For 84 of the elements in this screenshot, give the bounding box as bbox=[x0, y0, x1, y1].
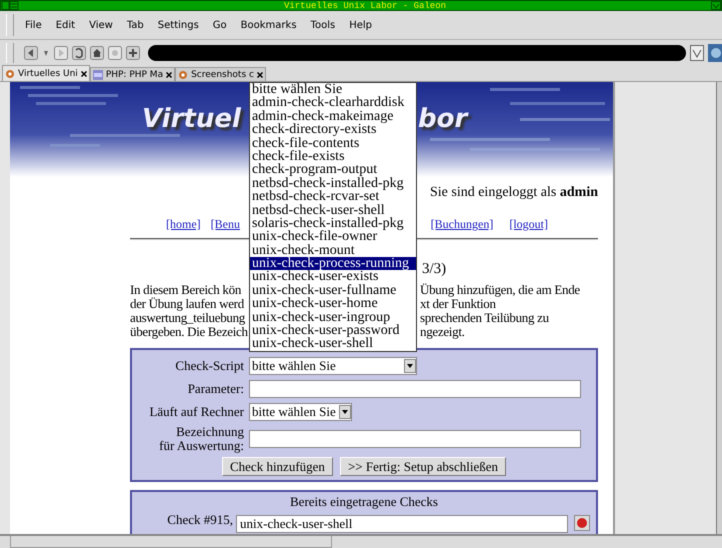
nav-link[interactable]: [Buchungen] bbox=[430, 216, 494, 232]
back-icon[interactable] bbox=[24, 46, 38, 60]
paragraph-text: auswertung_teiluebung bbox=[130, 311, 246, 325]
nav-link[interactable]: [Benu bbox=[210, 216, 240, 232]
delete-icon[interactable] bbox=[574, 515, 590, 531]
browser-tab[interactable]: Screenshots c bbox=[175, 67, 266, 81]
paragraph-text: Übung hinzufügen, die am Ende bbox=[420, 283, 580, 297]
home-icon[interactable] bbox=[90, 46, 104, 60]
banner-title: bor bbox=[418, 104, 468, 134]
throbber-icon bbox=[708, 44, 722, 62]
gear-icon bbox=[5, 68, 15, 78]
dropdown-option[interactable]: netbsd-check-installed-pkg bbox=[250, 176, 416, 190]
window-menu-icon[interactable] bbox=[1, 1, 19, 10]
dropdown-option[interactable]: check-file-contents bbox=[250, 136, 416, 150]
page-heading: 3/3) bbox=[422, 260, 448, 278]
tab-label: Screenshots c bbox=[191, 70, 254, 80]
dropdown-option[interactable]: admin-check-makeimage bbox=[250, 110, 416, 124]
dropdown-option[interactable]: check-directory-exists bbox=[250, 123, 416, 137]
dropdown-list[interactable] bbox=[249, 82, 417, 352]
close-icon[interactable] bbox=[166, 72, 172, 78]
dropdown-option[interactable]: unix-check-user-exists bbox=[250, 270, 416, 284]
dropdown-option[interactable]: solaris-check-installed-pkg bbox=[250, 216, 416, 230]
toolbar-handle[interactable] bbox=[6, 42, 14, 62]
login-status: Sie sind eingeloggt als admin bbox=[430, 185, 598, 201]
zoom-icon[interactable] bbox=[126, 46, 140, 60]
dropdown-option[interactable]: unix-check-user-password bbox=[250, 324, 416, 338]
dropdown-option[interactable]: netbsd-check-user-shell bbox=[250, 204, 416, 217]
dropdown-option[interactable]: check-program-output bbox=[250, 163, 416, 177]
check-script-select[interactable]: bitte wählen Sie bbox=[249, 357, 417, 375]
paragraph-text: sprechenden Teilübung zu bbox=[420, 311, 549, 325]
menu-item[interactable]: Help bbox=[348, 18, 373, 32]
dropdown-option[interactable]: admin-check-clearharddisk bbox=[250, 96, 416, 110]
menu-item[interactable]: Tab bbox=[126, 18, 145, 32]
minimize-icon[interactable] bbox=[711, 1, 721, 10]
nav-link[interactable]: [home] bbox=[166, 216, 201, 232]
paragraph-text: In diesem Bereich kön bbox=[130, 283, 242, 297]
field-label: Läuft auf Rechner bbox=[148, 405, 245, 419]
php-icon bbox=[92, 70, 103, 80]
window-title: Virtuelles Unix Labor - Galeon bbox=[282, 0, 448, 10]
menu-item[interactable]: Settings bbox=[156, 18, 200, 32]
parameter-field[interactable] bbox=[249, 380, 581, 398]
menu-item[interactable]: Go bbox=[212, 18, 228, 32]
paragraph-text: ngezeigt. bbox=[420, 325, 465, 339]
field-label: Check-Script bbox=[174, 359, 245, 373]
banner-title: Virtuel bbox=[142, 104, 241, 134]
dropdown-option[interactable]: unix-check-user-home bbox=[250, 297, 416, 311]
finish-button[interactable]: >> Fertig: Setup abschließen bbox=[340, 457, 506, 476]
dropdown-option[interactable]: unix-check-user-ingroup bbox=[250, 310, 416, 324]
menu-item[interactable]: View bbox=[88, 18, 114, 32]
dropdown-option[interactable]: unix-check-file-owner bbox=[250, 230, 416, 244]
host-select[interactable]: bitte wählen Sie bbox=[249, 403, 352, 421]
dropdown-option[interactable]: unix-check-user-shell bbox=[250, 337, 416, 351]
dropdown-option[interactable]: unix-check-user-fullname bbox=[250, 284, 416, 298]
reload-icon[interactable] bbox=[72, 46, 86, 60]
close-icon[interactable] bbox=[256, 72, 263, 78]
dropdown-option[interactable]: unix-check-mount bbox=[250, 244, 416, 258]
dropdown-option[interactable]: netbsd-check-rcvar-set bbox=[250, 190, 416, 204]
dropdown-option[interactable]: bitte wählen Sie bbox=[250, 83, 416, 96]
panel-title: Bereits eingetragene Checks bbox=[289, 494, 439, 510]
close-icon[interactable] bbox=[80, 70, 87, 76]
add-check-button[interactable]: Check hinzufügen bbox=[222, 457, 333, 476]
scrollbar[interactable] bbox=[716, 82, 722, 534]
menu-item[interactable]: Edit bbox=[54, 18, 76, 32]
check-field[interactable]: unix-check-user-shell bbox=[236, 515, 568, 533]
label-field[interactable] bbox=[249, 430, 581, 448]
menu-item[interactable]: Bookmarks bbox=[240, 18, 298, 32]
paragraph-text: übergeben. Die Bezeich bbox=[130, 325, 248, 339]
browser-tab[interactable]: PHP: PHP Ma bbox=[90, 67, 176, 81]
field-label: Parameter: bbox=[186, 382, 245, 396]
paragraph-text: der Übung laufen werd bbox=[130, 297, 245, 311]
nav-link[interactable]: [logout] bbox=[509, 216, 548, 232]
menu-item[interactable]: Tools bbox=[310, 18, 336, 32]
menu-item[interactable]: File bbox=[24, 18, 43, 32]
dropdown-option[interactable]: check-file-exists bbox=[250, 150, 416, 164]
tab-label: Virtuelles Uni bbox=[18, 68, 78, 78]
gear-icon bbox=[178, 70, 188, 80]
toolbar-handle[interactable] bbox=[6, 14, 14, 36]
check-label: Check #915, bbox=[166, 512, 234, 528]
tab-label: PHP: PHP Ma bbox=[106, 70, 164, 80]
dropdown-option[interactable]: unix-check-process-running bbox=[250, 257, 416, 270]
dropdown-icon[interactable] bbox=[690, 44, 704, 60]
browser-tab[interactable]: Virtuelles Uni bbox=[2, 65, 90, 81]
field-label: Bezeichnung für Auswertung: bbox=[158, 425, 245, 453]
paragraph-text: xt der Funktion bbox=[420, 297, 496, 311]
